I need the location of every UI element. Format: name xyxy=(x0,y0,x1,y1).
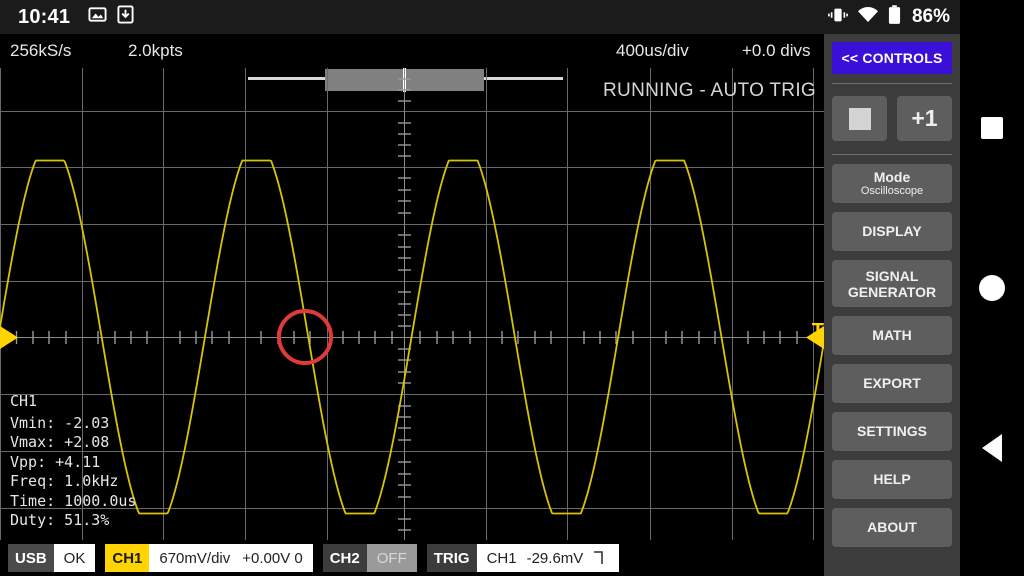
trig-tag: TRIG xyxy=(426,544,477,572)
measurement-line: Vpp: +4.11 xyxy=(10,452,101,471)
buffer-points-label: 2.0kpts xyxy=(128,41,183,60)
mode-button[interactable]: Mode Oscilloscope xyxy=(832,164,952,203)
triangle-back-icon xyxy=(982,434,1002,462)
battery-percent: 86% xyxy=(911,6,950,27)
run-control-row: +1 xyxy=(832,96,952,141)
controls-panel: << CONTROLS +1 Mode Oscilloscope DISPLAY… xyxy=(824,34,960,576)
trigger-marker-letter: T xyxy=(811,320,824,342)
scope-bottom-status-bar: USB OK CH1 670mV/div +0.00V 0 CH2 OFF TR… xyxy=(0,540,960,576)
square-recents-icon xyxy=(981,117,1003,139)
recents-button[interactable] xyxy=(960,96,1024,160)
stop-square-icon xyxy=(848,107,871,130)
help-label: HELP xyxy=(873,471,911,487)
usb-value: OK xyxy=(63,549,86,567)
measurements-panel: CH1 Vmin: -2.03 Vmax: +2.08 Vpp: +4.11 F… xyxy=(10,392,136,531)
circle-home-icon xyxy=(979,275,1005,301)
about-label: ABOUT xyxy=(867,519,917,535)
oscilloscope-display[interactable]: 256kS/s 2.0kpts 400us/div +0.0 divs T RU… xyxy=(0,34,824,540)
collapse-controls-button[interactable]: << CONTROLS xyxy=(832,42,952,74)
signal-generator-label-1: SIGNAL xyxy=(865,267,919,284)
status-clock: 10:41 xyxy=(18,5,71,28)
home-button[interactable] xyxy=(960,256,1024,320)
trig-level: -29.6mV xyxy=(526,549,584,567)
single-shot-label: +1 xyxy=(911,105,938,131)
mode-label: Mode xyxy=(873,168,911,185)
wifi-icon xyxy=(857,6,879,28)
sample-rate-label: 256kS/s xyxy=(10,41,72,60)
measurement-line: Freq: 1.0kHz xyxy=(10,472,119,490)
settings-label: SETTINGS xyxy=(856,423,927,439)
time-per-div-label: 400us/div xyxy=(616,41,689,60)
export-button[interactable]: EXPORT xyxy=(832,364,952,403)
display-label: DISPLAY xyxy=(862,223,922,239)
single-shot-button[interactable]: +1 xyxy=(897,96,952,141)
back-button[interactable] xyxy=(960,416,1024,480)
image-icon xyxy=(88,5,107,29)
battery-icon xyxy=(888,4,901,30)
ch1-values: 670mV/div +0.00V 0 xyxy=(149,544,312,572)
usb-tag: USB xyxy=(8,544,54,572)
ch1-tag: CH1 xyxy=(105,544,150,572)
measurement-line: Duty: 51.3% xyxy=(10,511,110,529)
android-status-bar: 10:41 86% xyxy=(0,0,960,34)
app-screen: 10:41 86% 256kS/s 2.0kpts 400us/div +0.0… xyxy=(0,0,1024,576)
ch2-tag: CH2 xyxy=(322,544,367,572)
falling-edge-icon xyxy=(593,551,609,565)
ch2-settings-box[interactable]: CH2 OFF xyxy=(322,544,417,572)
ch1-offset: +0.00V 0 xyxy=(242,549,303,567)
signal-generator-button[interactable]: SIGNAL GENERATOR xyxy=(832,260,952,307)
measurement-line: Time: 1000.0us xyxy=(10,491,137,510)
vibrate-icon xyxy=(828,6,848,29)
settings-button[interactable]: SETTINGS xyxy=(832,412,952,451)
math-label: MATH xyxy=(872,327,912,343)
ch1-volts-per-div: 670mV/div xyxy=(159,549,231,567)
download-icon xyxy=(117,5,134,29)
mode-sublabel: Oscilloscope xyxy=(860,184,924,197)
ch1-settings-box[interactable]: CH1 670mV/div +0.00V 0 xyxy=(105,544,313,572)
android-nav-bar xyxy=(960,0,1024,576)
stop-button[interactable] xyxy=(832,96,887,141)
display-button[interactable]: DISPLAY xyxy=(832,212,952,251)
measurement-line: Vmin: -2.03 xyxy=(10,413,110,432)
trig-values: CH1 -29.6mV xyxy=(477,544,620,572)
horizontal-position-label: +0.0 divs xyxy=(742,41,811,60)
signal-generator-label-2: GENERATOR xyxy=(847,283,937,300)
ch1-ground-marker-icon xyxy=(0,326,18,349)
status-system-icons: 86% xyxy=(828,4,950,30)
scope-info-bar: 256kS/s 2.0kpts 400us/div +0.0 divs xyxy=(0,34,824,92)
math-button[interactable]: MATH xyxy=(832,316,952,355)
trigger-settings-box[interactable]: TRIG CH1 -29.6mV xyxy=(426,544,620,572)
usb-status-box[interactable]: USB OK xyxy=(8,544,96,572)
measurement-line: Vmax: +2.08 xyxy=(10,433,110,451)
panel-divider xyxy=(832,83,952,84)
measurements-title: CH1 xyxy=(10,392,38,410)
export-label: EXPORT xyxy=(863,375,921,391)
panel-divider xyxy=(832,154,952,155)
about-button[interactable]: ABOUT xyxy=(832,508,952,547)
run-state-label: RUNNING - AUTO TRIG xyxy=(603,80,816,101)
status-notification-icons xyxy=(88,5,134,29)
trig-source: CH1 xyxy=(486,549,517,567)
help-button[interactable]: HELP xyxy=(832,460,952,499)
ch2-value: OFF xyxy=(376,549,407,567)
